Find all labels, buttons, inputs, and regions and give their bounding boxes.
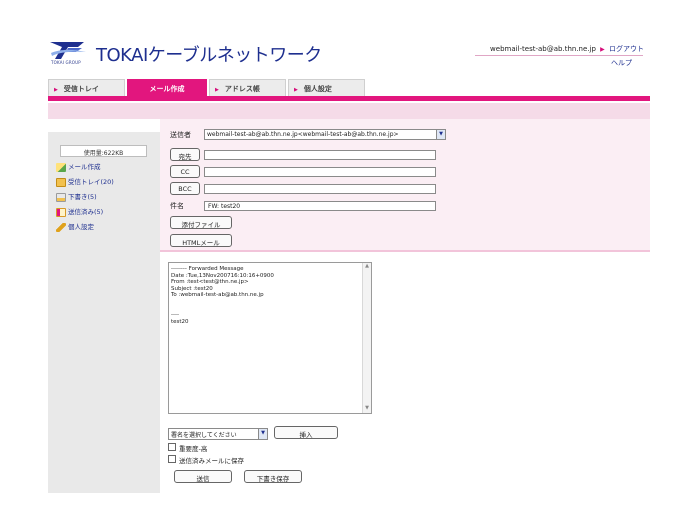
tab-label: アドレス帳 [224,85,260,93]
chevron-down-icon: ▼ [258,429,267,439]
cc-field[interactable] [204,167,436,177]
from-select[interactable]: webmail-test-ab@ab.thn.ne.jp<webmail-tes… [204,129,446,140]
help-link[interactable]: ヘルプ [611,58,632,68]
settings-icon [56,222,66,232]
body-line [171,299,369,306]
chevron-down-icon: ▼ [436,130,445,139]
sidebar-item-label: 送信済み(5) [68,208,104,216]
insert-button[interactable]: 挿入 [274,426,338,439]
cc-button[interactable]: CC [170,165,200,178]
tab-inbox[interactable]: ▶ 受信トレイ [48,79,125,96]
tab-label: 受信トレイ [63,85,99,93]
user-email: webmail-test-ab@ab.thn.ne.jp [490,45,596,53]
usage-indicator: 使用量:622KB [60,145,147,157]
body-line: Date :Tue,13Nov200716:10:16+0900 [171,272,274,279]
user-links: webmail-test-ab@ab.thn.ne.jp ▶ ログアウト [490,44,644,54]
scroll-up-icon[interactable]: ▲ [363,263,371,271]
to-field[interactable] [204,150,436,160]
sidebar-item-label: 個人設定 [68,223,94,231]
arrow-icon: ▶ [294,87,298,93]
sidebar: 使用量:622KB メール作成 受信トレイ(20) 下書き(5) 送信済み(5)… [48,132,160,493]
divider [160,250,650,252]
inbox-icon [56,177,66,187]
sidebar-item-label: メール作成 [68,163,101,171]
compose-icon [56,162,66,172]
save-sent-label: 送信済みメールに保存 [179,457,244,465]
body-line: -------- Forwarded Message [171,266,244,272]
logo-subtitle: TOKAI GROUP [51,60,81,65]
priority-label: 重要度-高 [179,445,208,453]
sidebar-item-settings[interactable]: 個人設定 [56,221,94,232]
scroll-down-icon[interactable]: ▼ [363,405,371,413]
save-draft-button[interactable]: 下書き保存 [244,470,302,483]
drafts-icon [56,192,66,202]
arrow-icon: ▶ [215,87,219,93]
sidebar-item-label: 下書き(5) [68,193,97,201]
to-button[interactable]: 宛先 [170,148,200,161]
tab-address-book[interactable]: ▶ アドレス帳 [209,79,286,96]
body-line: From :test<test@thn.ne.jp> [171,279,249,286]
logo-text: TOKAIケーブルネットワーク [96,45,322,66]
tab-compose[interactable]: メール作成 [127,79,207,96]
sidebar-item-drafts[interactable]: 下書き(5) [56,191,97,202]
priority-checkbox[interactable] [168,443,176,451]
message-body-textarea[interactable]: -------- Forwarded Message Date :Tue,13N… [168,262,372,414]
tab-settings[interactable]: ▶ 個人設定 [288,79,365,96]
html-mail-button[interactable]: HTMLメール [170,234,232,247]
subject-field[interactable]: FW: test20 [204,201,436,211]
logo: TOKAI GROUP TOKAIケーブルネットワーク [48,39,348,67]
send-button[interactable]: 送信 [174,470,232,483]
body-line [171,306,369,313]
attach-file-button[interactable]: 添付ファイル [170,216,232,229]
bcc-field[interactable] [204,184,436,194]
sent-icon [56,207,66,217]
subject-label: 件名 [170,202,184,210]
tab-label: メール作成 [149,85,185,93]
body-line: test20 [171,318,189,325]
from-label: 送信者 [170,131,191,139]
arrow-icon: ▶ [600,46,605,53]
body-line: ---- [171,312,179,319]
tab-underline-bar [48,96,650,101]
tab-label: 個人設定 [303,85,332,93]
sub-header-bar [48,103,650,119]
body-line: To :webmail-test-ab@ab.thn.ne.jp [171,292,264,299]
from-value: webmail-test-ab@ab.thn.ne.jp<webmail-tes… [207,131,399,138]
signature-select[interactable]: 署名を選択してください ▼ [168,428,268,440]
arrow-icon: ▶ [54,87,58,93]
sidebar-item-sent[interactable]: 送信済み(5) [56,206,103,217]
sidebar-item-label: 受信トレイ(20) [68,178,114,186]
signature-select-value: 署名を選択してください [171,432,237,439]
sidebar-item-compose[interactable]: メール作成 [56,161,101,172]
divider [475,55,643,56]
logout-link[interactable]: ログアウト [609,45,644,53]
sidebar-item-inbox[interactable]: 受信トレイ(20) [56,176,114,187]
save-sent-checkbox[interactable] [168,455,176,463]
body-line: Subject :test20 [171,285,213,292]
bcc-button[interactable]: BCC [170,182,200,195]
vertical-scrollbar[interactable]: ▲ ▼ [362,263,371,413]
